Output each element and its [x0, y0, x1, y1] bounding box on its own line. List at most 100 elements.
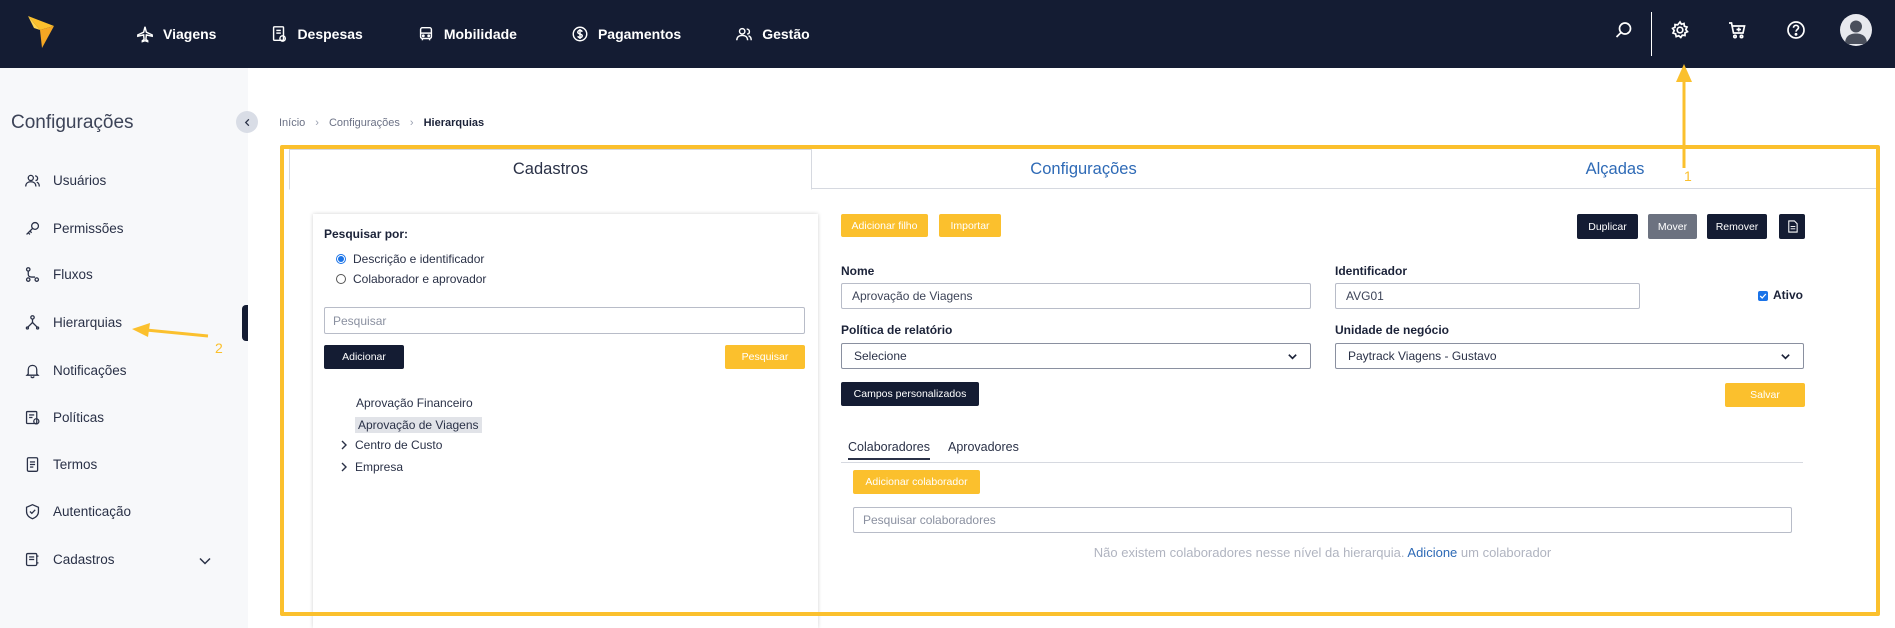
nav-mobilidade-label: Mobilidade [443, 26, 517, 42]
sidebar-item-label: Fluxos [53, 267, 93, 282]
tree-item-selected[interactable]: Aprovação de Viagens [355, 417, 482, 433]
cart-button[interactable] [1726, 19, 1748, 41]
breadcrumb-home[interactable]: Início [279, 117, 305, 129]
nav-pagamentos[interactable]: Pagamentos [571, 25, 681, 43]
add-collaborator-link[interactable]: Adicione [1407, 545, 1457, 560]
chevron-down-icon [1781, 353, 1790, 360]
duplicate-button[interactable]: Duplicar [1577, 214, 1638, 239]
annotation-arrow-up-icon [1676, 64, 1692, 168]
add-button[interactable]: Adicionar [324, 345, 404, 369]
nav-pagamentos-label: Pagamentos [597, 26, 682, 42]
export-document-button[interactable] [1779, 214, 1805, 239]
tab-configuracoes[interactable]: Configurações [812, 149, 1355, 190]
flow-icon [25, 267, 40, 282]
sidebar-item-politicas[interactable]: Políticas [24, 409, 104, 426]
policy-label: Política de relatório [841, 323, 953, 337]
tree-item-label: Aprovação Financeiro [356, 396, 473, 410]
plane-icon [137, 26, 153, 43]
name-label: Nome [841, 264, 875, 278]
sidebar-item-notificacoes[interactable]: Notificações [24, 362, 127, 379]
checkmark-icon [1759, 293, 1767, 299]
search-button[interactable] [1613, 19, 1635, 41]
radio-collaborator-approver[interactable]: Colaborador e aprovador [336, 272, 486, 286]
chevron-down-icon[interactable] [198, 554, 212, 568]
nav-viagens[interactable]: Viagens [136, 25, 216, 43]
help-icon [1787, 21, 1805, 39]
sidebar-item-usuarios[interactable]: Usuários [24, 172, 106, 189]
nav-despesas[interactable]: Despesas [270, 25, 363, 43]
tab-colaboradores[interactable]: Colaboradores [848, 440, 930, 460]
sidebar-item-termos[interactable]: Termos [24, 456, 97, 473]
chevron-down-icon [1288, 353, 1297, 360]
breadcrumb-current: Hierarquias [423, 117, 485, 129]
tab-aprovadores[interactable]: Aprovadores [948, 440, 1019, 454]
remove-button[interactable]: Remover [1707, 214, 1767, 239]
nav-despesas-label: Despesas [297, 26, 363, 42]
tree-item-expandable[interactable]: Centro de Custo [338, 438, 442, 452]
chevron-left-icon [244, 118, 249, 126]
sidebar-title: Configurações [11, 112, 134, 133]
registry-icon [25, 552, 39, 567]
active-checkbox[interactable] [1758, 291, 1768, 301]
custom-fields-button[interactable]: Campos personalizados [841, 382, 979, 406]
search-button[interactable]: Pesquisar [725, 345, 805, 369]
sidebar-item-hierarquias[interactable]: Hierarquias [24, 314, 122, 331]
move-button[interactable]: Mover [1648, 214, 1697, 239]
radio-label: Colaborador e aprovador [353, 272, 487, 286]
collaborator-search-input[interactable] [853, 507, 1792, 533]
empty-state-text: Não existem colaboradores nesse nível da… [1093, 545, 1405, 560]
radio-description-identifier[interactable]: Descrição e identificador [336, 252, 484, 266]
name-field[interactable]: Aprovação de Viagens [841, 283, 1311, 309]
breadcrumb-parent[interactable]: Configurações [329, 117, 400, 129]
help-button[interactable] [1785, 19, 1807, 41]
chevron-right-icon[interactable] [338, 461, 350, 473]
import-button[interactable]: Importar [939, 214, 1001, 237]
hierarchy-search-input[interactable] [324, 307, 805, 334]
dollar-icon [572, 26, 588, 42]
bell-icon [25, 364, 40, 379]
chevron-right-icon[interactable] [338, 439, 350, 451]
nav-gestao-label: Gestão [762, 26, 810, 42]
hierarchy-search-panel: Pesquisar por: Descrição e identificador… [313, 214, 818, 628]
business-unit-label: Unidade de negócio [1335, 323, 1450, 337]
sidebar-item-permissoes[interactable]: Permissões [24, 220, 124, 237]
sidebar-item-cadastros[interactable]: Cadastros [24, 551, 115, 568]
business-unit-select-value: Paytrack Viagens - Gustavo [1348, 349, 1497, 363]
nav-gestao[interactable]: Gestão [735, 25, 810, 43]
tab-alcadas[interactable]: Alçadas [1355, 149, 1875, 190]
sidebar-item-fluxos[interactable]: Fluxos [24, 266, 93, 283]
main-menu: Viagens Despesas Mobilidade Pagamentos G… [136, 0, 864, 68]
sidebar-item-label: Hierarquias [53, 315, 123, 330]
document-icon [26, 457, 39, 472]
logo[interactable] [26, 14, 56, 50]
sidebar-item-label: Termos [53, 457, 98, 472]
policy-select[interactable]: Selecione [841, 343, 1311, 369]
collapse-sidebar-button[interactable] [236, 111, 258, 133]
business-unit-select[interactable]: Paytrack Viagens - Gustavo [1335, 343, 1804, 369]
sidebar-item-label: Usuários [53, 173, 107, 188]
annotation-number-two: 2 [215, 340, 223, 356]
active-label: Ativo [1773, 288, 1803, 302]
tree-item-label: Empresa [355, 460, 404, 474]
sidebar-item-label: Autenticação [53, 504, 132, 519]
add-child-button[interactable]: Adicionar filho [841, 214, 928, 237]
sidebar-item-autenticacao[interactable]: Autenticação [24, 503, 131, 520]
identifier-field[interactable]: AVG01 [1335, 283, 1640, 309]
avatar[interactable] [1840, 14, 1872, 46]
radio-label: Descrição e identificador [353, 252, 485, 266]
save-button[interactable]: Salvar [1725, 383, 1805, 407]
sidebar-item-label: Políticas [53, 410, 105, 425]
user-avatar-icon [1845, 20, 1867, 44]
tree-item[interactable]: Aprovação Financeiro [356, 396, 473, 410]
nav-mobilidade[interactable]: Mobilidade [417, 25, 517, 43]
users-icon [25, 174, 40, 187]
radio-unselected-icon [336, 274, 346, 284]
hierarchy-icon [25, 315, 40, 330]
add-collaborator-button[interactable]: Adicionar colaborador [853, 470, 980, 494]
topbar-divider [1651, 12, 1652, 56]
tree-item-expandable[interactable]: Empresa [338, 460, 403, 474]
tab-cadastros[interactable]: Cadastros [289, 149, 812, 190]
settings-button[interactable] [1669, 19, 1691, 41]
users-icon [736, 27, 753, 41]
top-navbar: Viagens Despesas Mobilidade Pagamentos G… [0, 0, 1895, 68]
